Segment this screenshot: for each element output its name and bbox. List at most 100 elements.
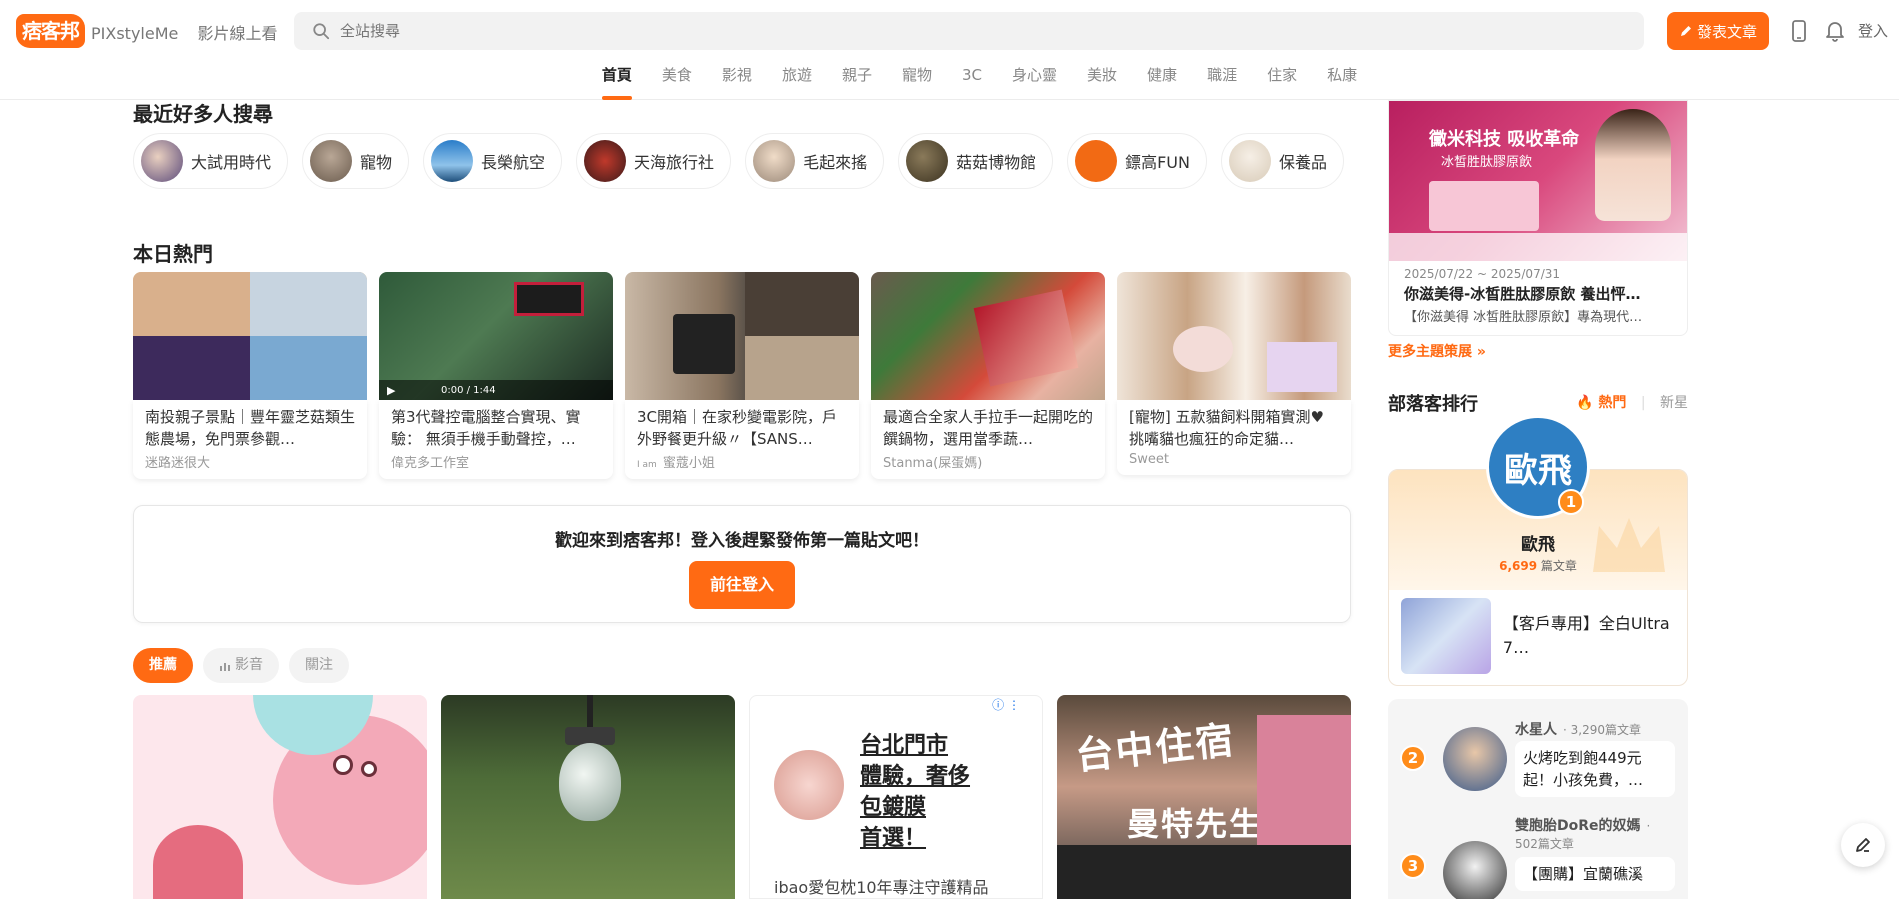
blogger-separator: · [1646,819,1651,833]
ad-info-icon[interactable]: ⓘ ⋮ [992,696,1020,713]
search-input[interactable] [340,22,1540,40]
nav-tab-travel[interactable]: 旅遊 [767,64,827,100]
chip-label: 毛起來搖 [803,153,868,172]
chip-label: 寵物 [360,153,393,172]
video-link[interactable]: 影片線上看 [197,24,277,43]
cam-label: I am [637,460,657,470]
nav-tab-pets[interactable]: 寵物 [887,64,947,100]
hot-article-card[interactable]: ▶ 0:00 / 1:44 第3代聲控電腦整合實現、實驗： 無須手機手動聲控，…… [379,272,613,479]
hot-article-author[interactable]: Sweet [1129,452,1339,467]
nav-tab-beauty[interactable]: 美妝 [1072,64,1132,100]
nav-tab-private[interactable]: 私康 [1312,64,1372,100]
promo-card[interactable]: 黴米科技 吸收革命 冰皙胜肽膠原飲 2025/07/22 ~ 2025/07/3… [1388,100,1688,336]
nav-tab-film[interactable]: 影視 [707,64,767,100]
blogger-count-value: 3,290篇文章 [1570,723,1641,737]
ranking-list: 2 水星人 · 3,290篇文章 火烤吃到飽449元起！小孩免費，… 3 雙胞胎D… [1388,699,1688,899]
tab-recommended[interactable]: 推薦 [133,648,193,683]
play-icon[interactable]: ▶ [387,384,395,397]
hot-article-card[interactable]: [寵物] 五款貓飼料開箱實測♥ 挑嘴貓也瘋狂的命定貓… Sweet [1117,272,1351,479]
feed-sign-line2: 曼特先生 [1127,805,1264,843]
blogger-count: 502篇文章 [1515,837,1574,851]
nav-tab-home[interactable]: 首頁 [587,64,647,100]
hot-article-author[interactable]: 迷路迷很大 [145,452,355,471]
double-chevron-icon: » [1476,344,1486,360]
nav-tab-parenting[interactable]: 親子 [827,64,887,100]
blogger-name: 水星人 [1515,722,1557,738]
hot-article-author[interactable]: Stanma(屎蛋媽) [883,452,1093,471]
search-chip[interactable]: 天海旅行社 [576,133,732,189]
promo-title: 你滋美得-冰皙胜肽膠原飲 養出怦… [1404,285,1641,303]
tab-video[interactable]: 影音 [203,648,279,683]
nav-tab-food[interactable]: 美食 [647,64,707,100]
login-link[interactable]: 登入 [1858,20,1888,41]
post-article-button[interactable]: 發表文章 [1667,12,1769,50]
bell-icon[interactable] [1823,19,1847,43]
blogger-count: · 3,290篇文章 [1563,723,1641,737]
ranking-tab-hot[interactable]: 🔥 熱門 [1576,395,1626,411]
more-topics-link[interactable]: 更多主題策展 » [1388,341,1486,361]
search-chip[interactable]: 菇菇博物館 [898,133,1054,189]
more-topics-label: 更多主題策展 [1388,344,1472,360]
mobile-icon[interactable] [1787,19,1811,43]
hot-article-author[interactable]: 蜜蔻小姐 [663,456,715,471]
hot-article-card[interactable]: 3C開箱｜在家秒變電影院，戶外野餐更升級〃【SANS… I am 蜜蔻小姐 [625,272,859,479]
feed-tabs: 推薦 影音 關注 [133,648,349,683]
search-chip[interactable]: 鏢高FUN [1067,133,1207,189]
feed-sign-line1: 台中住宿 [1073,717,1238,779]
site-logo[interactable]: 痞客邦 [16,14,85,48]
ad-headline-line: 台北門市 [860,733,949,758]
post-article-label: 發表文章 [1696,22,1757,41]
hot-article-author[interactable]: 偉克多工作室 [391,452,601,471]
hot-article-thumbnail [133,272,367,400]
chip-avatar [1228,140,1271,182]
top-blogger-name[interactable]: 歐飛 [1388,530,1688,555]
chip-avatar [431,140,474,182]
pen-icon [1680,26,1691,36]
chip-avatar [753,140,796,182]
hot-article-title: 南投親子景點｜豐年靈芝菇類生態農場，免門票參觀… [145,408,355,448]
popular-searches-title: 最近好多人搜尋 [133,102,273,126]
hot-article-card[interactable]: 最適合全家人手拉手一起開吃的饌鍋物，選用當季蔬… Stanma(屎蛋媽) [871,272,1105,479]
search-chip[interactable]: 寵物 [302,133,410,189]
search-chip[interactable]: 保養品 [1220,133,1344,189]
go-login-button[interactable]: 前往登入 [689,561,795,609]
ad-card[interactable]: ⓘ ⋮ 台北門市 體驗，奢侈 包鍍膜 首選！ ibao愛包枕10年專注守護精品 [749,695,1043,899]
ranking-tab-new[interactable]: 新星 [1660,395,1688,411]
edit-pen-icon [1856,838,1870,852]
blogger-name: 雙胞胎DoRe的奴媽 [1515,818,1641,834]
chip-avatar [906,140,949,182]
feed-card[interactable]: 台中住宿 曼特先生 [1057,695,1351,899]
blogger-avatar [1443,841,1507,899]
tab-following[interactable]: 關注 [289,648,349,683]
search-chip[interactable]: 長榮航空 [423,133,563,189]
ad-headline-line: 包鍍膜 [860,795,927,820]
ad-subtext: ibao愛包枕10年專注守護精品 [774,878,989,897]
bar-chart-icon [220,662,230,671]
nav-tab-career[interactable]: 職涯 [1192,64,1252,100]
nav-tab-3c[interactable]: 3C [947,64,997,100]
rank-badge: 3 [1400,853,1426,879]
nav-tab-home-living[interactable]: 住家 [1252,64,1312,100]
edit-floating-button[interactable] [1841,823,1885,867]
promo-date: 2025/07/22 ~ 2025/07/31 [1404,267,1561,281]
blogger-name-row: 雙胞胎DoRe的奴媽 · [1515,815,1650,835]
search-bar[interactable] [294,12,1644,50]
chip-label: 大試用時代 [191,153,272,172]
top-blogger-post-thumbnail [1401,598,1491,674]
hot-article-thumbnail [625,272,859,400]
feed-grid: ⓘ ⋮ 台北門市 體驗，奢侈 包鍍膜 首選！ ibao愛包枕10年專注守護精品 … [133,695,1351,899]
top-blogger-post[interactable]: 【客戶專用】全白Ultra 7… [1401,598,1681,674]
hot-today-list: 南投親子景點｜豐年靈芝菇類生態農場，免門票參觀… 迷路迷很大 ▶ 0:00 / … [133,272,1351,479]
nav-tab-mind[interactable]: 身心靈 [997,64,1072,100]
pixstyleme-link[interactable]: PIXstyleMe [91,24,178,43]
search-chip[interactable]: 毛起來搖 [745,133,885,189]
ranking-header: 部落客排行 🔥 熱門 | 新星 [1388,390,1688,416]
promo-description: 【你滋美得 冰皙胜肽膠原飲】專為現代… [1404,310,1643,325]
blogger-name-row: 水星人 · 3,290篇文章 [1515,719,1641,739]
hot-article-card[interactable]: 南投親子景點｜豐年靈芝菇類生態農場，免門票參觀… 迷路迷很大 [133,272,367,479]
search-chip[interactable]: 大試用時代 [133,133,289,189]
nav-tab-health[interactable]: 健康 [1132,64,1192,100]
feed-card[interactable] [441,695,735,899]
feed-card[interactable] [133,695,427,899]
top-blogger-count-value: 6,699 [1499,559,1538,573]
